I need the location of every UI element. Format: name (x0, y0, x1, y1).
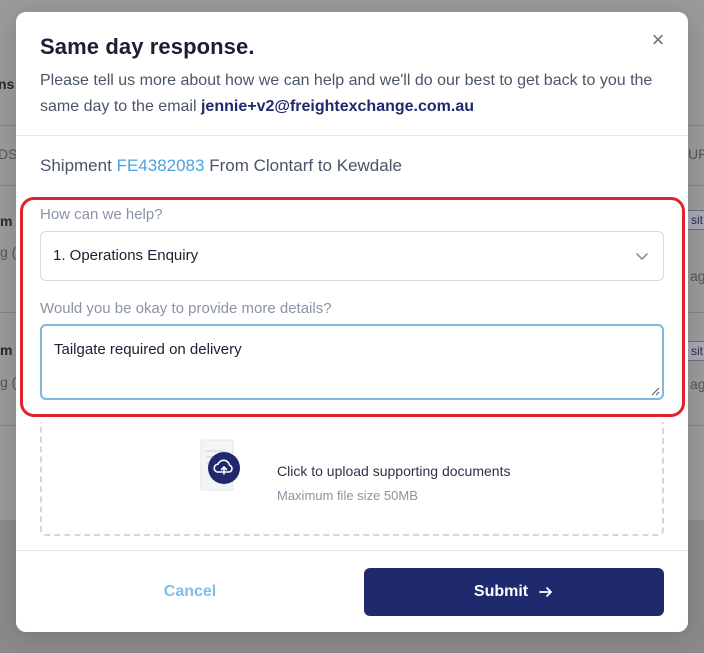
submit-label: Submit (473, 583, 529, 600)
upload-title: Click to upload supporting documents (277, 463, 511, 479)
background-text: UP (688, 146, 704, 162)
background-text: g ( (0, 374, 17, 390)
cloud-upload-icon (200, 439, 240, 491)
close-icon: × (651, 27, 665, 52)
shipment-summary: Shipment FE4382083 From Clontarf to Kewd… (40, 156, 402, 176)
submit-button[interactable]: Submit (364, 568, 664, 616)
shipment-prefix: Shipment (40, 156, 112, 175)
close-button[interactable]: × (648, 27, 668, 52)
shipment-id-link[interactable]: FE4382083 (117, 156, 205, 175)
background-text: m (0, 213, 13, 229)
background-text: DS (0, 146, 18, 162)
help-field-label: How can we help? (40, 206, 163, 223)
background-chip: sit (686, 210, 704, 230)
same-day-response-modal: Same day response. × Please tell us more… (16, 12, 688, 632)
modal-description: Please tell us more about how we can hel… (40, 68, 660, 120)
details-textarea-value: Tailgate required on delivery (54, 341, 242, 358)
background-chip: sit (686, 341, 704, 361)
upload-size-hint: Maximum file size 50MB (277, 488, 418, 503)
details-textarea[interactable]: Tailgate required on delivery (40, 324, 664, 400)
resize-handle-icon[interactable] (650, 386, 660, 396)
background-text: age (690, 376, 704, 392)
header-divider (16, 135, 688, 136)
help-type-selected-value: 1. Operations Enquiry (53, 247, 199, 264)
background-text: g ( (0, 244, 17, 260)
background-text: m (0, 342, 13, 358)
contact-email: jennie+v2@freightexchange.com.au (200, 98, 475, 115)
footer-divider (16, 550, 688, 551)
details-field-label: Would you be okay to provide more detail… (40, 300, 332, 317)
modal-title: Same day response. (40, 34, 255, 59)
shipment-route: From Clontarf to Kewdale (209, 156, 402, 175)
arrow-right-icon (539, 587, 553, 597)
background-text: age (690, 268, 704, 284)
chevron-down-icon (636, 253, 648, 260)
upload-dropzone[interactable] (40, 422, 664, 536)
cancel-button[interactable]: Cancel (40, 568, 340, 616)
help-type-select[interactable]: 1. Operations Enquiry (40, 231, 664, 281)
